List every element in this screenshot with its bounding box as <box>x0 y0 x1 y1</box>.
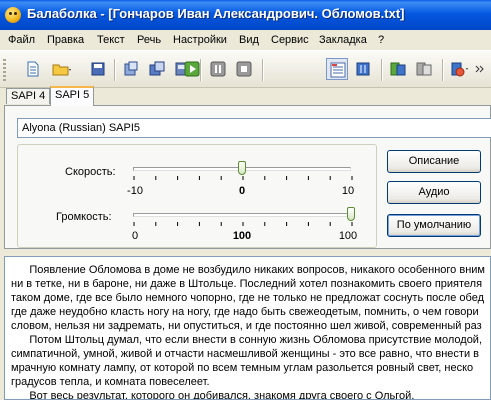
volume-ticks <box>133 222 353 226</box>
volume-label: Громкость: <box>56 211 112 223</box>
pause-button[interactable] <box>207 58 229 80</box>
more-button[interactable] <box>472 58 486 80</box>
text-line: ни в тетке, ни в бароне, ни даже в Штоль… <box>11 278 483 290</box>
open-button[interactable] <box>49 58 71 80</box>
volume-value: 100 <box>232 230 252 242</box>
window-title: Балаболка - [Гончаров Иван Александрович… <box>27 6 405 21</box>
new-document-icon <box>27 61 39 77</box>
volume-max-label: 100 <box>338 230 358 242</box>
text-line: словом, нельзя ни задремать, ни опустить… <box>11 320 482 332</box>
tab-sapi4[interactable]: SAPI 4 <box>6 88 50 104</box>
toolbar <box>0 50 491 88</box>
volume-slider-thumb[interactable] <box>347 207 355 221</box>
menu-text[interactable]: Текст <box>97 34 125 46</box>
volume-min-label: 0 <box>131 230 139 242</box>
open-audio-icon <box>124 61 138 76</box>
clipboard-pause-icon <box>416 62 432 76</box>
settings-list-icon <box>330 62 346 78</box>
title-bar: Балаболка - [Гончаров Иван Александрович… <box>0 0 491 30</box>
rate-min-label: -10 <box>127 185 143 197</box>
speech-params-group: Скорость: -10 0 10 Громкость: 0 100 100 <box>17 144 377 248</box>
app-icon <box>5 7 21 23</box>
menu-speech[interactable]: Речь <box>137 34 161 46</box>
tab-sapi5[interactable]: SAPI 5 <box>50 86 94 106</box>
text-line: симпатичной, умной, живой и отчасти насм… <box>11 348 480 360</box>
text-line: Вот весь результат, которого он добивалс… <box>11 390 415 400</box>
text-line: мрачную комнату лампу, от которой по все… <box>11 362 474 374</box>
text-line: таком доме, где все было немного чопорно… <box>11 292 484 304</box>
new-document-button[interactable] <box>22 58 44 80</box>
splitter[interactable] <box>0 249 491 256</box>
audio-button[interactable]: Аудио <box>387 181 481 204</box>
volume-track <box>133 213 351 217</box>
more-icon <box>475 65 484 73</box>
play-button[interactable] <box>181 58 203 80</box>
menu-tools[interactable]: Сервис <box>271 34 309 46</box>
rate-value: 0 <box>238 185 246 197</box>
text-line: Появление Обломова в доме не возбудило н… <box>11 264 485 276</box>
stop-icon <box>236 61 252 77</box>
text-line: Потом Штольц думал, что если внести в со… <box>11 334 483 346</box>
menu-view[interactable]: Вид <box>239 34 259 46</box>
menu-bar: Файл Правка Текст Речь Настройки Вид Сер… <box>0 30 491 50</box>
dictionary-button[interactable] <box>352 58 374 80</box>
save-audio-icon <box>149 61 165 76</box>
voice-settings-icon <box>451 62 468 77</box>
engine-tabs: SAPI 4 SAPI 5 <box>0 86 491 106</box>
save-button[interactable] <box>87 58 109 80</box>
play-icon <box>184 61 200 77</box>
default-button[interactable]: По умолчанию <box>387 214 481 237</box>
dictionary-icon <box>356 62 370 76</box>
rate-max-label: 10 <box>341 185 355 197</box>
description-button[interactable]: Описание <box>387 150 481 173</box>
text-line: где даже неудобно класть ногу на ногу, г… <box>11 306 479 318</box>
clipboard-read-button[interactable] <box>387 58 409 80</box>
open-audio-button[interactable] <box>120 58 142 80</box>
rate-slider-thumb[interactable] <box>238 161 246 175</box>
clipboard-pause-button[interactable] <box>413 58 435 80</box>
text-editor[interactable]: Появление Обломова в доме не возбудило н… <box>4 256 491 400</box>
menu-file[interactable]: Файл <box>8 34 35 46</box>
settings-list-button[interactable] <box>326 58 348 80</box>
menu-settings[interactable]: Настройки <box>173 34 227 46</box>
text-line: градусов тепла, и комната повеселеет. <box>11 376 210 388</box>
save-audio-button[interactable] <box>146 58 168 80</box>
clipboard-read-icon <box>390 62 406 76</box>
open-folder-icon <box>52 64 71 76</box>
voice-settings-button[interactable] <box>448 58 470 80</box>
save-icon <box>91 62 105 76</box>
pause-icon <box>210 61 226 77</box>
voice-panel: Alyona (Russian) SAPI5 Скорость: -10 0 1… <box>4 105 491 249</box>
stop-button[interactable] <box>233 58 255 80</box>
menu-bookmark[interactable]: Закладка <box>319 34 367 46</box>
toolbar-grip[interactable] <box>3 59 6 81</box>
rate-ticks <box>133 176 353 180</box>
rate-label: Скорость: <box>65 166 116 178</box>
menu-edit[interactable]: Правка <box>47 34 84 46</box>
voice-select[interactable]: Alyona (Russian) SAPI5 <box>17 118 491 138</box>
menu-help[interactable]: ? <box>378 34 384 46</box>
